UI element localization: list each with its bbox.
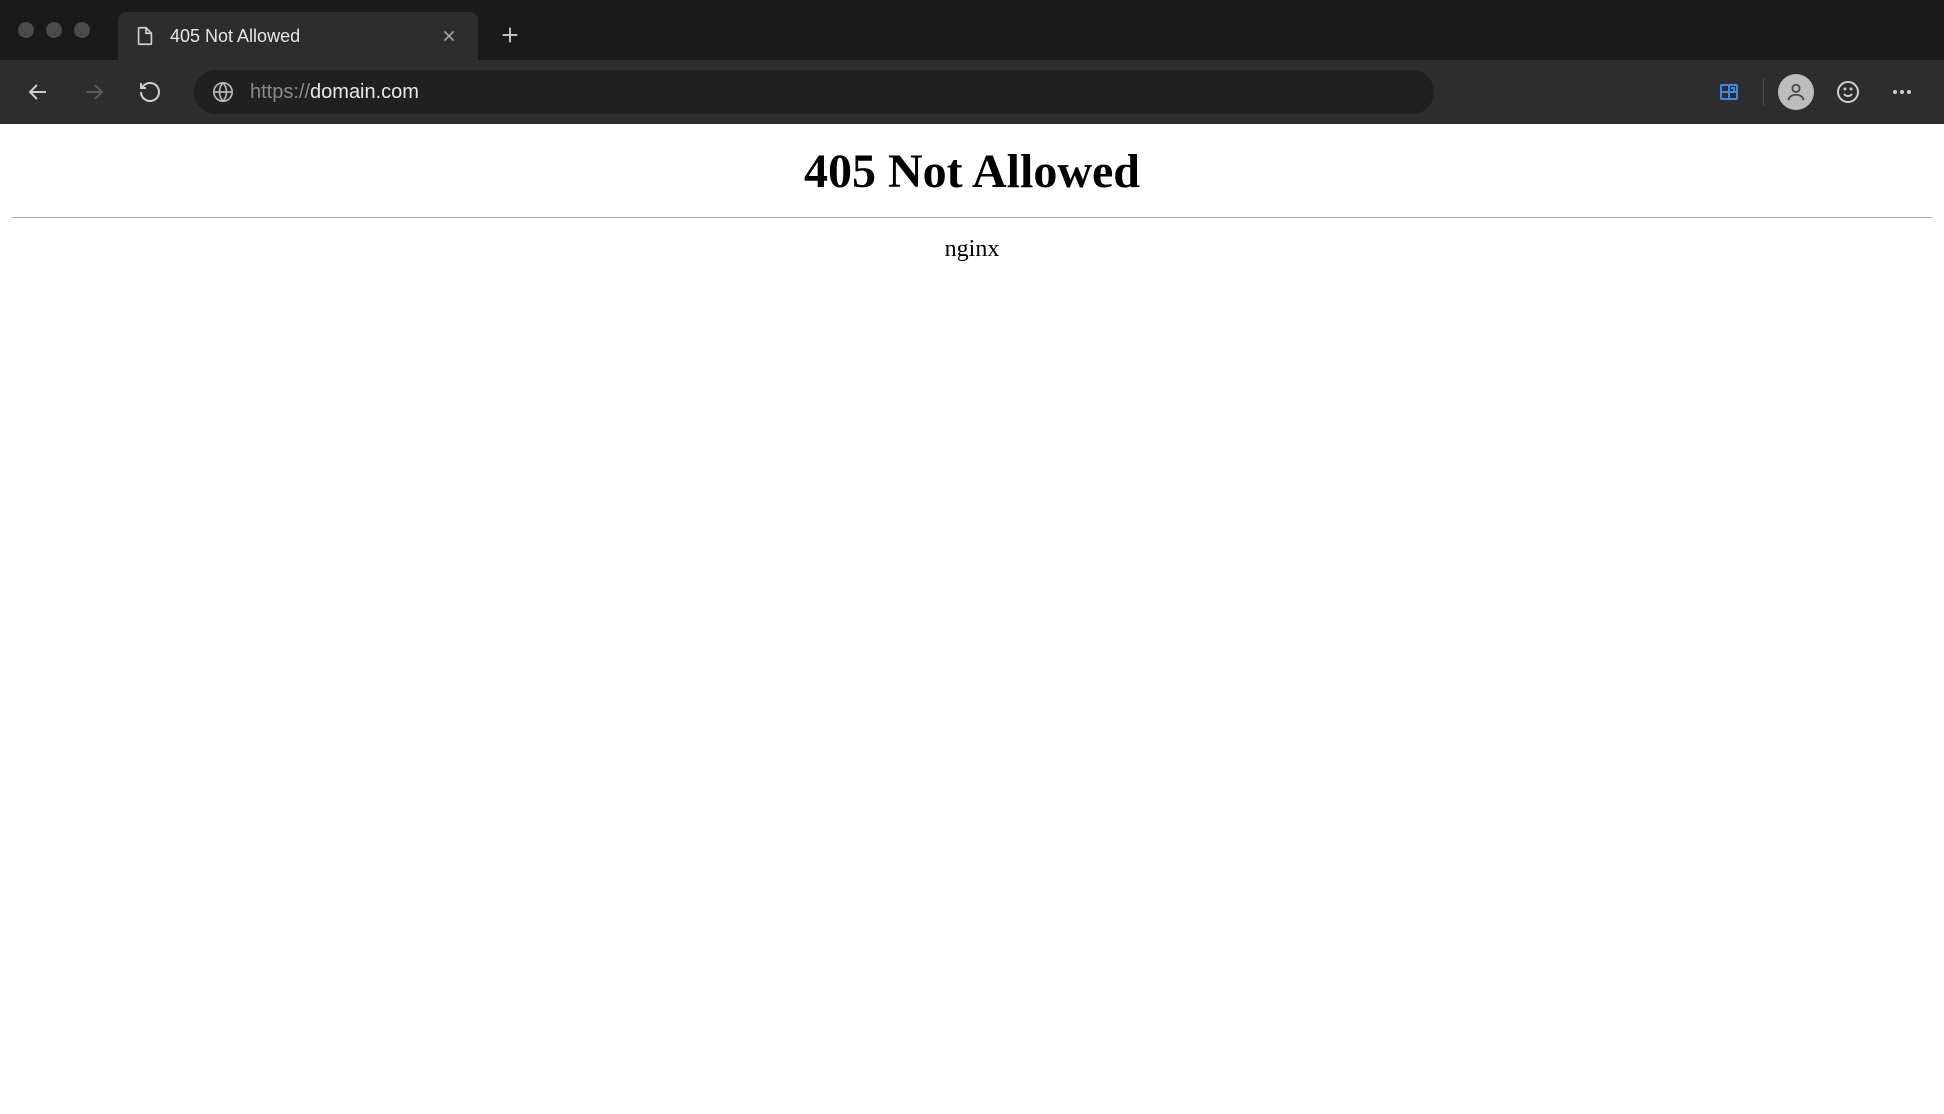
tab-strip: 405 Not Allowed [118,0,530,60]
window-controls [18,22,90,38]
window-minimize-button[interactable] [46,22,62,38]
server-name: nginx [12,236,1932,263]
error-heading: 405 Not Allowed [12,144,1932,199]
titlebar: 405 Not Allowed [0,0,1944,60]
site-info-button[interactable] [212,81,234,103]
divider [12,217,1932,218]
more-horizontal-icon [1890,80,1914,104]
close-icon [440,27,458,45]
shield-icon [1717,80,1741,104]
address-bar[interactable]: https://domain.com [194,70,1434,114]
toolbar: https://domain.com [0,60,1944,124]
tracking-prevention-button[interactable] [1709,72,1749,112]
refresh-icon [138,80,162,104]
url-host: domain.com [310,81,419,104]
smiley-icon [1836,80,1860,104]
url-protocol: https:// [250,81,310,104]
back-button[interactable] [16,70,60,114]
plus-icon [499,24,521,46]
url-text: https://domain.com [250,81,419,104]
settings-menu-button[interactable] [1882,72,1922,112]
refresh-button[interactable] [128,70,172,114]
browser-chrome: 405 Not Allowed [0,0,1944,124]
new-tab-button[interactable] [490,15,530,55]
person-icon [1785,81,1807,103]
forward-button [72,70,116,114]
browser-tab[interactable]: 405 Not Allowed [118,12,478,60]
arrow-right-icon [82,80,106,104]
page-content: 405 Not Allowed nginx [0,124,1944,275]
page-icon [134,25,156,47]
tab-title: 405 Not Allowed [170,26,422,47]
toolbar-divider [1763,78,1764,106]
feedback-button[interactable] [1828,72,1868,112]
globe-icon [212,81,234,103]
toolbar-right [1709,72,1928,112]
window-close-button[interactable] [18,22,34,38]
arrow-left-icon [26,80,50,104]
window-maximize-button[interactable] [74,22,90,38]
profile-button[interactable] [1778,74,1814,110]
tab-close-button[interactable] [436,23,462,49]
